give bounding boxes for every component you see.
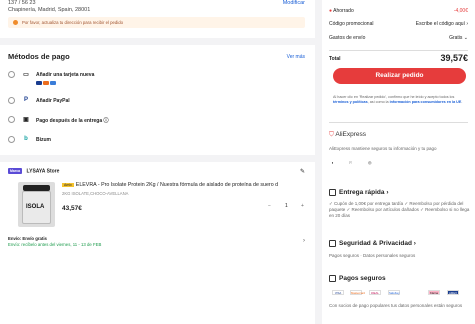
product-price: 43,57€ xyxy=(62,205,82,212)
delivery-estimate: Envío: recíbelo antes del viernes, 11 - … xyxy=(8,242,102,247)
place-order-button[interactable]: Realizar pedido xyxy=(333,68,466,84)
see-more-link[interactable]: Ver más xyxy=(287,54,305,60)
brand-badge: Amix xyxy=(62,182,74,187)
product-title[interactable]: Amix ELEVRA - Pro Isolate Protein 2Kg / N… xyxy=(62,182,307,188)
divider xyxy=(329,122,468,123)
chevron-right-icon[interactable]: › xyxy=(303,238,305,244)
payment-shield-icon xyxy=(329,275,336,282)
card-brand-logos xyxy=(36,81,57,86)
jar-label: ISOLA xyxy=(26,204,45,210)
address-line1: 137 / 56 23 xyxy=(8,0,36,6)
radio-icon[interactable] xyxy=(8,71,15,78)
truck-icon xyxy=(329,189,336,196)
security-badge-icon: ◎ xyxy=(368,160,372,165)
warning-icon xyxy=(13,20,18,25)
shipping-info: Envío: Envío gratis xyxy=(8,236,47,241)
amex-icon: AMEX xyxy=(447,290,459,295)
eu-info-link[interactable]: información para consumidores en la UE xyxy=(390,100,462,104)
modify-address-link[interactable]: Modificar xyxy=(283,0,305,6)
main-column: 137 / 56 23 Chapinería, Madrid, Spain, 2… xyxy=(0,0,315,324)
address-line2: Chapinería, Madrid, Spain, 28001 xyxy=(8,7,91,13)
store-name[interactable]: LYSAYA Store xyxy=(27,168,60,174)
store-card: Marca LYSAYA Store ✎ ISOLA Amix ELEVRA - … xyxy=(0,162,315,324)
shipping-value[interactable]: Gratis ⌄ xyxy=(449,35,468,41)
saved-label: Ahorrado xyxy=(333,8,354,14)
secure-payments-sub: Con socios de pago populares tus datos p… xyxy=(329,303,463,308)
mastercard-icon xyxy=(43,81,49,85)
product-variant: 2KG ISOLATE,CHOCO-AVELLANA xyxy=(62,191,129,196)
ideal-icon: iDEAL xyxy=(369,290,381,295)
aliexpress-title: ⛉ AliExpress xyxy=(329,131,367,138)
payment-option-label: Pago después de la entrega ⓘ xyxy=(36,118,109,124)
radio-icon[interactable] xyxy=(8,97,15,104)
qty-minus-button[interactable]: − xyxy=(268,203,271,209)
saved-icon: ● xyxy=(329,8,333,14)
total-label: Total xyxy=(329,56,341,62)
security-title[interactable]: Seguridad & Privacidad › xyxy=(329,240,416,247)
qty-value: 1 xyxy=(285,203,288,209)
card-icon: ▭ xyxy=(23,72,29,78)
address-card: 137 / 56 23 Chapinería, Madrid, Spain, 2… xyxy=(0,0,315,38)
store-badge: Marca xyxy=(8,168,23,174)
calendar-icon: ▣ xyxy=(23,117,29,123)
payment-option-label: Añadir PayPal xyxy=(36,98,70,104)
promo-input[interactable]: Escribe el código aquí › xyxy=(416,21,468,27)
divider xyxy=(329,50,468,51)
payment-methods-title: Métodos de pago xyxy=(8,52,70,61)
store-header: Marca LYSAYA Store xyxy=(8,168,59,174)
payment-option-label: Añadir una tarjeta nueva xyxy=(36,72,95,78)
address-warning: Por favor, actualiza tu dirección para r… xyxy=(8,17,305,28)
edit-icon[interactable]: ✎ xyxy=(300,168,305,175)
amex-icon xyxy=(50,81,56,85)
security-badge-icon: ◑ xyxy=(331,160,334,165)
payment-methods-card: Métodos de pago Ver más ▭ Añadir una tar… xyxy=(0,45,315,155)
aliexpress-sub: AliExpress mantiene seguros tu informaci… xyxy=(329,146,437,151)
safekey-icon: SafeKey xyxy=(388,290,400,295)
saved-value: -4,00€ xyxy=(453,8,468,14)
paypal-icon: P xyxy=(23,97,28,103)
jar-body: ISOLA xyxy=(22,191,51,224)
product-title-text: ELEVRA - Pro Isolate Protein 2Kg / Nuest… xyxy=(75,182,279,188)
shipping-label: Gastos de envío xyxy=(329,35,366,41)
saved-row: ● Ahorrado xyxy=(329,8,354,14)
radio-icon[interactable] xyxy=(8,116,15,123)
mastercard-icon: Mastercard xyxy=(350,290,365,295)
shield-icon: ⛉ xyxy=(329,131,334,138)
security-badge-icon: ⚐ xyxy=(349,160,353,165)
bizum-icon: b xyxy=(24,136,28,142)
total-value: 39,57€ xyxy=(440,53,468,63)
lock-icon xyxy=(329,240,336,247)
secure-payments-title: Pagos seguros xyxy=(329,275,386,282)
klarna-icon: Klarna xyxy=(428,290,440,295)
radio-icon[interactable] xyxy=(8,136,15,143)
payment-option-label: Bizum xyxy=(36,137,51,143)
promo-label: Código promocional xyxy=(329,21,374,27)
product-image[interactable]: ISOLA xyxy=(18,182,55,227)
delivery-title[interactable]: Entrega rápida › xyxy=(329,189,389,196)
legal-text: Al hacer clic en 'Realizar pedido', conf… xyxy=(333,95,463,104)
visa-icon: VISA xyxy=(332,290,344,295)
order-summary: ● Ahorrado -4,00€ Código promocional Esc… xyxy=(322,0,475,324)
qty-plus-button[interactable]: + xyxy=(301,203,304,209)
delivery-sub: ✓ Cupón de 1,00€ por entrega tardía ✓ Re… xyxy=(329,201,470,218)
address-warning-text: Por favor, actualiza tu dirección para r… xyxy=(22,20,124,25)
visa-icon xyxy=(36,81,42,85)
quantity-stepper[interactable]: − 1 + xyxy=(268,203,306,212)
terms-link[interactable]: términos y políticas xyxy=(333,100,368,104)
security-sub: Pagos seguros · Datos personales seguros xyxy=(329,253,416,258)
info-icon[interactable]: ⓘ xyxy=(104,118,109,124)
